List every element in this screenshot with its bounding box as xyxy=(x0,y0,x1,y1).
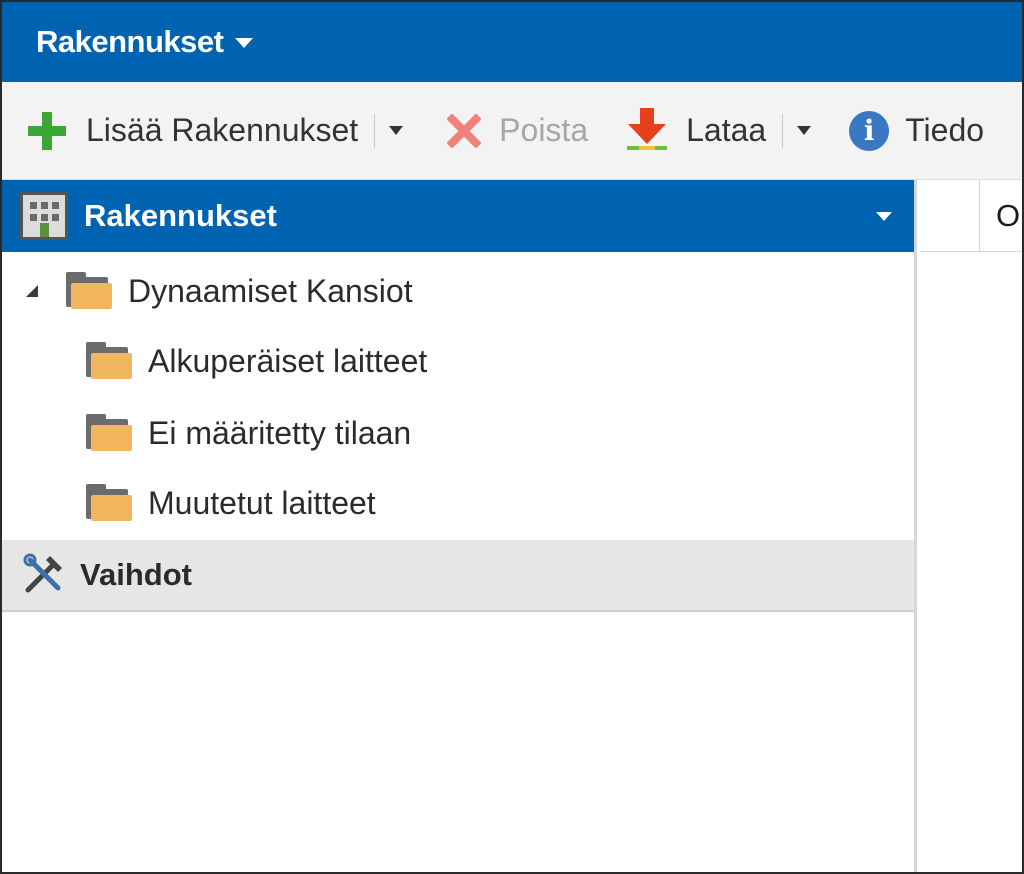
caret-down-icon xyxy=(235,38,254,48)
grid-header: O xyxy=(920,180,1022,252)
chevron-down-icon[interactable] xyxy=(876,212,892,221)
load-label: Lataa xyxy=(686,112,767,148)
options-section-title: Vaihdot xyxy=(80,557,192,592)
toolbar-separator xyxy=(374,113,376,148)
toolbar-separator xyxy=(782,113,784,148)
content-panel: O xyxy=(920,180,1022,872)
load-options-dropdown[interactable] xyxy=(797,126,812,135)
tree-item-label: Muutetut laitteet xyxy=(148,484,376,521)
delete-x-icon xyxy=(443,110,485,152)
info-label: Tiedo xyxy=(905,112,985,148)
delete-label: Poista xyxy=(499,112,589,148)
folder-icon xyxy=(86,414,132,452)
load-button[interactable]: Lataa xyxy=(624,106,766,156)
expand-collapse-icon[interactable] xyxy=(26,285,38,297)
buildings-panel-title: Rakennukset xyxy=(84,198,277,233)
buildings-panel-header[interactable]: Rakennukset xyxy=(2,180,914,252)
grid-column-header[interactable]: O xyxy=(996,198,1020,234)
tree-item-not-assigned-to-space[interactable]: Ei määritetty tilaan xyxy=(2,400,914,466)
tree-item-label: Ei määritetty tilaan xyxy=(148,414,412,451)
folder-icon xyxy=(66,272,112,310)
app-title: Rakennukset xyxy=(36,24,224,59)
tree-item-label: Alkuperäiset laitteet xyxy=(148,342,428,379)
plus-icon xyxy=(26,110,68,152)
tree-item-dynamic-folders[interactable]: Dynaamiset Kansiot xyxy=(2,258,914,324)
tree-item-label: Dynaamiset Kansiot xyxy=(128,272,413,309)
add-buildings-label: Lisää Rakennukset xyxy=(86,112,359,148)
download-icon xyxy=(627,107,668,150)
delete-button[interactable]: Poista xyxy=(443,106,588,156)
building-icon xyxy=(20,192,68,240)
info-button[interactable]: i Tiedo xyxy=(849,106,984,156)
tree-item-changed-devices[interactable]: Muutetut laitteet xyxy=(2,470,914,536)
grid-select-column-header[interactable] xyxy=(920,180,980,252)
add-buildings-button[interactable]: Lisää Rakennukset xyxy=(26,106,358,156)
tools-icon xyxy=(23,553,62,593)
toolbar: Lisää Rakennukset Poista Lataa i Tiedo xyxy=(2,82,1022,180)
info-icon: i xyxy=(849,110,890,151)
options-section-header[interactable]: Vaihdot xyxy=(2,540,914,612)
folder-icon xyxy=(86,342,132,380)
navigation-panel: Rakennukset Dynaamiset Kansiot Alkuperäi… xyxy=(2,180,917,872)
add-options-dropdown[interactable] xyxy=(389,126,404,135)
app-window: Rakennukset Lisää Rakennukset Poista Lat… xyxy=(0,0,1024,874)
app-title-dropdown[interactable]: Rakennukset xyxy=(2,2,1022,82)
folder-icon xyxy=(86,484,132,522)
tree-item-original-devices[interactable]: Alkuperäiset laitteet xyxy=(2,328,914,394)
